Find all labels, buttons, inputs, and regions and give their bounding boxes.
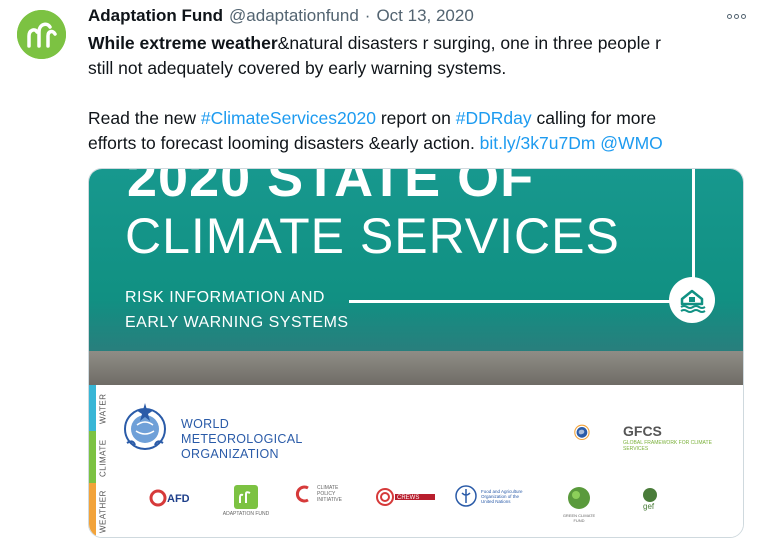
side-bar-water bbox=[89, 385, 96, 431]
partner-crews: CREWS bbox=[375, 485, 437, 511]
svg-text:AFD: AFD bbox=[167, 493, 189, 505]
svg-text:gef: gef bbox=[643, 502, 655, 511]
house-water-icon bbox=[669, 277, 715, 323]
partner-fao-label: Food and Agriculture Organization of the… bbox=[481, 488, 523, 504]
partner-logos: AFD ADAPTATION FUND CLIMATE POLICY INITI… bbox=[149, 485, 709, 529]
report-cover-banner: 2020 STATE OF CLIMATE SERVICES RISK INFO… bbox=[89, 169, 743, 385]
tweet-media-image[interactable]: 2020 STATE OF CLIMATE SERVICES RISK INFO… bbox=[88, 168, 744, 538]
avatar[interactable] bbox=[17, 10, 66, 59]
adaptation-fund-logo-icon bbox=[17, 10, 66, 59]
side-label-climate: CLIMATE bbox=[98, 439, 108, 477]
hashtag-climateservices[interactable]: #ClimateServices2020 bbox=[201, 108, 376, 128]
wmo-name-line2: METEOROLOGICAL bbox=[181, 432, 303, 446]
side-bar-weather bbox=[89, 483, 96, 537]
tweet-bold-text: While extreme weather bbox=[88, 33, 278, 53]
tweet-paragraph-2: Read the new #ClimateServices2020 report… bbox=[88, 106, 748, 156]
tweet-text-p2-mid: report on bbox=[375, 108, 456, 128]
tweet-link[interactable]: bit.ly/3k7u7Dm bbox=[480, 133, 596, 153]
hashtag-ddrday[interactable]: #DDRday bbox=[456, 108, 532, 128]
partner-fao: Food and Agriculture Organization of the… bbox=[455, 485, 535, 507]
partner-gcf-label: GREEN CLIMATE FUND bbox=[562, 513, 596, 523]
gfcs-subtitle: GLOBAL FRAMEWORK FOR CLIMATE SERVICES bbox=[623, 440, 712, 452]
partner-adaptation-fund-label: ADAPTATION FUND bbox=[222, 511, 270, 517]
report-title-line1: 2020 STATE OF bbox=[127, 169, 535, 208]
report-subtitle-line2: EARLY WARNING SYSTEMS bbox=[125, 314, 349, 331]
side-bar-climate bbox=[89, 431, 96, 483]
wmo-name: WORLD METEOROLOGICAL ORGANIZATION bbox=[181, 417, 303, 462]
wmo-emblem-icon bbox=[124, 403, 166, 450]
svg-text:CREWS: CREWS bbox=[397, 495, 419, 501]
partner-gef: gef bbox=[625, 485, 675, 513]
report-cover-footer: WATER CLIMATE WEATHER WORLD METEOROLOGIC… bbox=[89, 385, 743, 537]
tweet-text-p3: efforts to forecast looming disasters &e… bbox=[88, 133, 480, 153]
tweet-date[interactable]: Oct 13, 2020 bbox=[376, 6, 473, 26]
report-title-line2: CLIMATE SERVICES bbox=[125, 208, 620, 264]
partner-afd: AFD bbox=[149, 485, 190, 513]
tweet-text-p2-after: calling for more bbox=[531, 108, 657, 128]
ground-strip bbox=[89, 351, 743, 385]
side-label-weather: WEATHER bbox=[98, 490, 108, 534]
wmo-name-line1: WORLD bbox=[181, 417, 230, 431]
divider-line-vertical bbox=[692, 169, 695, 279]
report-subtitle-line1: RISK INFORMATION AND bbox=[125, 289, 325, 306]
wmo-name-line3: ORGANIZATION bbox=[181, 447, 279, 461]
tweet-paragraph-1: While extreme weather&natural disasters … bbox=[88, 31, 748, 81]
partner-cpi-label: CLIMATE POLICY INITIATIVE bbox=[317, 485, 342, 503]
more-options-icon[interactable] bbox=[723, 6, 749, 26]
tweet-text: While extreme weather&natural disasters … bbox=[88, 31, 748, 156]
tweet-header: Adaptation Fund @adaptationfund · Oct 13… bbox=[88, 6, 474, 28]
gfcs-globe-icon bbox=[574, 424, 590, 441]
author-name[interactable]: Adaptation Fund bbox=[88, 6, 223, 26]
divider-line-horizontal bbox=[349, 300, 671, 303]
side-label-water: WATER bbox=[98, 393, 108, 425]
author-handle[interactable]: @adaptationfund bbox=[229, 6, 359, 26]
mention-wmo[interactable]: @WMO bbox=[600, 133, 662, 153]
partner-cpi: CLIMATE POLICY INITIATIVE bbox=[295, 485, 355, 503]
tweet-text-line1: &natural disasters r surging, one in thr… bbox=[277, 33, 661, 53]
meta-separator: · bbox=[364, 6, 371, 25]
gfcs-title: GFCS bbox=[623, 423, 662, 439]
partner-adaptation-fund: ADAPTATION FUND bbox=[221, 485, 271, 517]
partner-gcf: GREEN CLIMATE FUND bbox=[559, 485, 599, 523]
tweet-text-line2: still not adequately covered by early wa… bbox=[88, 58, 507, 78]
tweet-text-p2-start: Read the new bbox=[88, 108, 201, 128]
